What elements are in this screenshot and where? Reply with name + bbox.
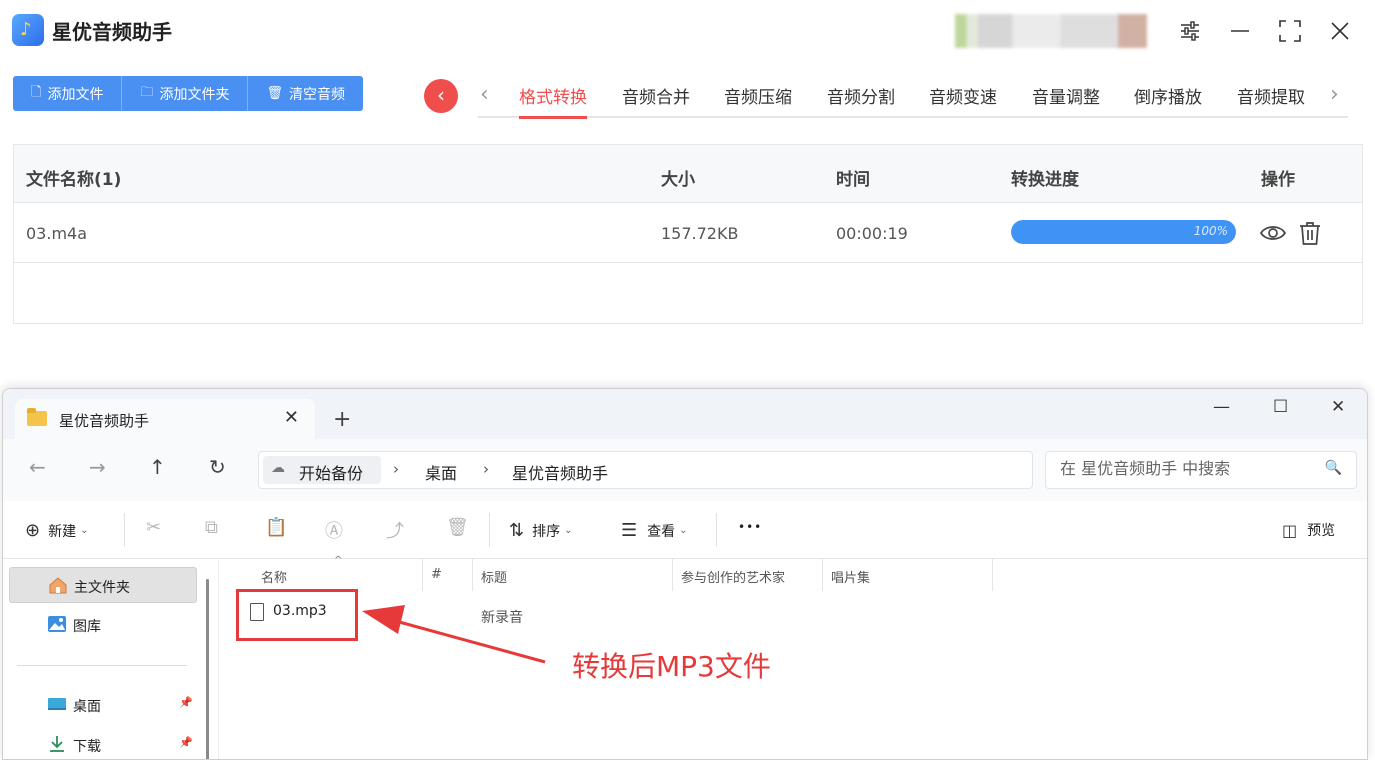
annotation-text: 转换后MP3文件 <box>572 650 771 683</box>
